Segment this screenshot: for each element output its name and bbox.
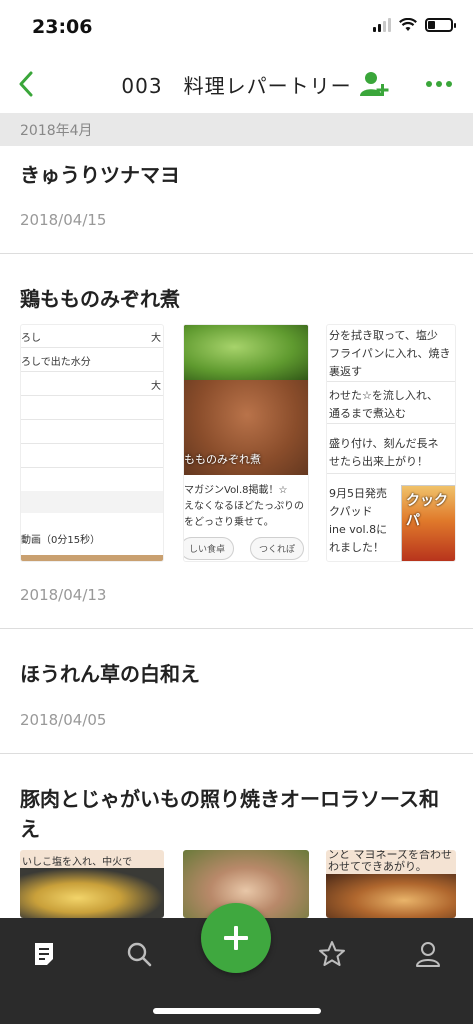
home-indicator — [153, 1008, 321, 1014]
table-line — [21, 419, 163, 420]
thumb-text: 分を拭き取って、塩少 — [329, 329, 438, 342]
food-photo: もものみぞれ煮 — [184, 325, 308, 475]
green-onion-topping — [184, 325, 308, 380]
table-line — [327, 473, 455, 474]
recipe-title: ほうれん草の白和え — [20, 662, 200, 686]
recipe-title: 豚肉とじゃがいもの照り焼きオーロラソース和え — [20, 787, 439, 841]
recipe-photo-thumbnail[interactable]: もものみぞれ煮 マガジンVol.8掲載！☆ えなくなるほどたっぷりの をどっさり… — [183, 324, 309, 562]
thumb-text: 盛り付け、刻んだ長ネ — [329, 437, 439, 450]
thumb-text: 通るまで煮込む — [329, 407, 406, 420]
more-options-button[interactable] — [419, 66, 459, 102]
thumb-text: 動画（0分15秒） — [21, 535, 101, 546]
recipe-date: 2018/04/05 — [20, 711, 107, 729]
tag-pill: つくれぽ — [250, 537, 305, 560]
more-dot-icon — [446, 81, 452, 87]
table-line — [21, 395, 163, 396]
table-line — [21, 467, 163, 468]
thumb-text: 大 — [151, 381, 161, 392]
note-icon — [35, 943, 53, 965]
table-line — [21, 371, 163, 372]
thumb-text: クパッド — [329, 505, 373, 518]
thumb-text: えなくなるほどたっぷりの — [184, 501, 304, 512]
thumb-image-strip — [21, 555, 163, 561]
status-bar: 23:06 — [0, 0, 473, 56]
tab-favorites[interactable] — [312, 934, 352, 974]
recipe-date: 2018/04/15 — [20, 211, 107, 229]
navigation-bar: 003 料理レパートリー — [0, 56, 473, 112]
recipe-entry[interactable]: きゅうりツナマヨ 2018/04/15 — [0, 146, 473, 254]
search-icon — [127, 942, 152, 967]
recipe-photo-thumbnail[interactable]: いしこ塩を入れ、中火で — [20, 850, 164, 918]
tag-pill: しい食卓 — [184, 537, 235, 560]
recipe-title: 鶏もものみぞれ煮 — [20, 287, 180, 311]
thumb-text: フライパンに入れ、焼き — [329, 347, 451, 360]
battery-icon — [425, 18, 456, 32]
table-band — [21, 491, 163, 513]
more-dot-icon — [436, 81, 442, 87]
add-user-icon — [360, 72, 389, 96]
month-label: 2018年4月 — [20, 123, 93, 139]
status-icons — [373, 18, 456, 32]
page-title: 003 料理レパートリー — [121, 74, 352, 98]
tab-account[interactable] — [408, 934, 448, 974]
wifi-icon — [399, 18, 417, 31]
thumb-text: わせた☆を流し入れ、 — [329, 389, 438, 402]
magazine-title: クックパ — [406, 493, 448, 529]
recipe-date: 2018/04/13 — [20, 586, 107, 604]
tab-search[interactable] — [119, 934, 159, 974]
thumb-text: 9月5日発売 — [329, 487, 387, 500]
table-line — [21, 443, 163, 444]
user-icon — [416, 942, 440, 967]
table-line — [21, 347, 163, 348]
thumb-text: ろし — [21, 333, 41, 344]
food-photo — [326, 874, 456, 918]
status-time: 23:06 — [32, 16, 93, 38]
month-section-header: 2018年4月 — [0, 113, 473, 146]
recipe-photo-thumbnail[interactable]: ンと マヨネーズを合わせ わせてできあがり。 — [326, 850, 456, 918]
food-photo — [20, 868, 164, 918]
thumb-text: せたら出来上がり！ — [329, 455, 428, 468]
thumb-text: をどっさり乗せて。 — [184, 517, 274, 528]
recipe-entry[interactable]: 豚肉とじゃがいもの照り焼きオーロラソース和え いしこ塩を入れ、中火で ンと マヨ… — [0, 754, 473, 918]
table-line — [327, 381, 455, 382]
recipe-steps-thumbnail[interactable]: 分を拭き取って、塩少 フライパンに入れ、焼き 裏返す わせた☆を流し入れ、 通る… — [326, 324, 456, 562]
magazine-cover-image: クックパ — [401, 485, 455, 561]
recipe-entry[interactable]: 鶏もものみぞれ煮 ろし 大 ろしで出た水分 大 動画（0分15秒） もものみぞれ… — [0, 254, 473, 628]
add-member-button[interactable] — [357, 66, 393, 102]
star-icon — [319, 941, 345, 966]
table-line — [327, 423, 455, 424]
recipe-page-thumbnail[interactable]: ろし 大 ろしで出た水分 大 動画（0分15秒） — [20, 324, 164, 562]
photo-caption: もものみぞれ煮 — [184, 453, 261, 466]
cellular-signal-icon — [373, 18, 391, 32]
recipe-entry[interactable]: ほうれん草の白和え 2018/04/05 — [0, 629, 473, 753]
more-dot-icon — [426, 81, 432, 87]
thumb-text: わせてできあがり。 — [328, 860, 427, 873]
plus-icon — [224, 926, 248, 950]
recipe-title: きゅうりツナマヨ — [20, 163, 180, 187]
thumb-text: ine vol.8に — [329, 523, 388, 536]
thumb-text: れました！ — [329, 541, 384, 554]
thumb-text: マガジンVol.8掲載！☆ — [184, 485, 288, 496]
thumb-text: いしこ塩を入れ、中火で — [22, 857, 133, 868]
add-recipe-button[interactable] — [201, 903, 271, 973]
thumb-text: 大 — [151, 333, 161, 344]
thumb-text: ろしで出た水分 — [21, 357, 91, 368]
thumb-text: 裏返す — [329, 365, 362, 378]
tab-notes[interactable] — [24, 934, 64, 974]
